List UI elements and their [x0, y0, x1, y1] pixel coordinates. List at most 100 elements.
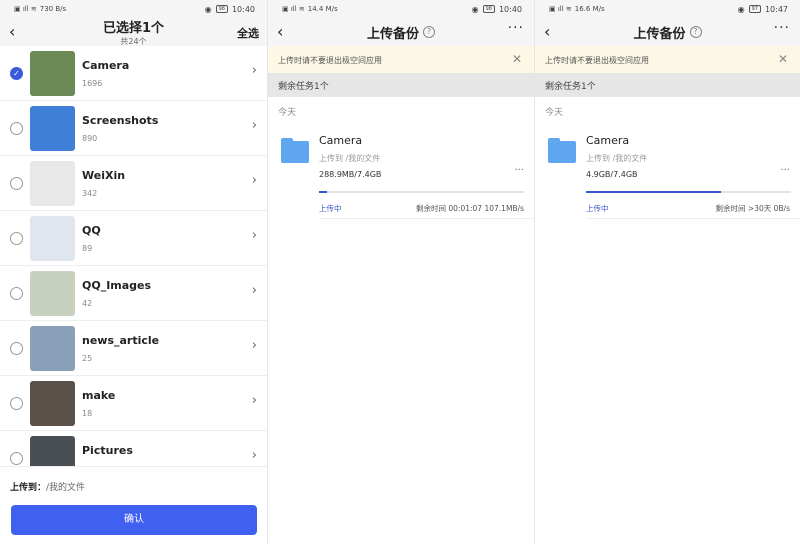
- folder-thumbnail: [30, 326, 75, 371]
- folder-thumbnail: [30, 106, 75, 151]
- battery-icon: 97: [748, 5, 761, 13]
- chevron-right-icon[interactable]: ›: [252, 63, 257, 78]
- chevron-right-icon[interactable]: ›: [252, 448, 257, 463]
- notice-banner: 上传时请不要退出极空间应用 ✕: [535, 46, 800, 73]
- task-name: Camera: [586, 134, 630, 147]
- notice-text: 上传时请不要退出极空间应用: [545, 56, 649, 65]
- signal-icon: ▣ ıll ≋: [14, 5, 37, 13]
- photo-count: 42: [82, 299, 93, 308]
- task-state: 上传中: [586, 204, 609, 213]
- folder-row[interactable]: make 18 ›: [0, 376, 267, 431]
- divider: [586, 218, 800, 219]
- radio-button[interactable]: [10, 342, 23, 355]
- radio-button[interactable]: [10, 232, 23, 245]
- upload-destination[interactable]: 上传到：/我的文件: [10, 480, 85, 493]
- folder-name: WeiXin: [82, 169, 126, 182]
- chevron-right-icon[interactable]: ›: [252, 228, 257, 243]
- checked-radio-icon[interactable]: ✓: [10, 67, 23, 80]
- upload-backup-screen-2: ▣ ıll ≋ 16.6 M/s ◉ 97 10:47 ‹ 上传备份? ··· 上传时…: [534, 0, 800, 544]
- radio-button[interactable]: [10, 177, 23, 190]
- page-title: 已选择1个: [102, 21, 165, 36]
- folder-row[interactable]: QQ_Images 42 ›: [0, 266, 267, 321]
- back-icon[interactable]: ‹: [277, 22, 283, 41]
- back-icon[interactable]: ‹: [544, 22, 550, 41]
- upload-backup-screen-1: ▣ ıll ≋ 14.4 M/s ◉ 98 10:40 ‹ 上传备份? ··· 上传时…: [267, 0, 534, 544]
- upload-task[interactable]: Camera 上传到 /我的文件 288.9MB/7.4GB ··· 上传中 剩…: [268, 127, 534, 225]
- page-title: 上传备份: [633, 26, 686, 42]
- radio-button[interactable]: [10, 287, 23, 300]
- alarm-icon: ◉: [204, 4, 212, 14]
- alarm-icon: ◉: [737, 4, 745, 14]
- destination-label: 上传到：: [10, 483, 47, 493]
- close-icon[interactable]: ✕: [512, 52, 522, 66]
- photo-count: 890: [82, 134, 98, 143]
- photo-count: 18: [82, 409, 93, 418]
- radio-button[interactable]: [10, 452, 23, 465]
- chevron-right-icon[interactable]: ›: [252, 283, 257, 298]
- folder-name: news_article: [82, 334, 160, 347]
- clock: 10:47: [764, 4, 788, 14]
- radio-button[interactable]: [10, 122, 23, 135]
- folder-row[interactable]: WeiXin 342 ›: [0, 156, 267, 211]
- chevron-right-icon[interactable]: ›: [252, 393, 257, 408]
- help-icon[interactable]: ?: [689, 26, 702, 38]
- folder-name: make: [82, 389, 116, 402]
- task-destination: 上传到 /我的文件: [586, 154, 648, 163]
- notice-text: 上传时请不要退出极空间应用: [278, 56, 382, 65]
- folder-icon: [548, 138, 576, 163]
- task-name: Camera: [319, 134, 363, 147]
- alarm-icon: ◉: [471, 4, 479, 14]
- task-size: 4.9GB/7.4GB: [586, 170, 638, 179]
- section-today: 今天: [278, 108, 297, 118]
- close-icon[interactable]: ✕: [778, 52, 788, 66]
- upload-task[interactable]: Camera 上传到 /我的文件 4.9GB/7.4GB ··· 上传中 剩余时…: [535, 127, 800, 225]
- signal-icon: ▣ ıll ≋: [549, 5, 572, 13]
- folder-select-screen: ▣ ıll ≋ 730 B/s ◉ 98 10:40 ‹ 已选择1个 共24个 全选 …: [0, 0, 267, 544]
- photo-count: 89: [82, 244, 93, 253]
- photo-count: 342: [82, 189, 98, 198]
- folder-name: Pictures: [82, 444, 133, 457]
- chevron-right-icon[interactable]: ›: [252, 118, 257, 133]
- folder-name: Camera: [82, 59, 130, 72]
- battery-icon: 98: [482, 5, 495, 13]
- net-speed: 14.4 M/s: [307, 5, 338, 13]
- select-all-button[interactable]: 全选: [237, 25, 259, 41]
- task-more-icon[interactable]: ···: [780, 165, 790, 176]
- folder-thumbnail: [30, 216, 75, 261]
- progress-fill: [319, 191, 328, 193]
- folder-row[interactable]: Screenshots 890 ›: [0, 101, 267, 156]
- task-size: 288.9MB/7.4GB: [319, 170, 382, 179]
- photo-count: 25: [82, 354, 93, 363]
- header: ‹ 上传备份? ···: [268, 18, 534, 46]
- back-icon[interactable]: ‹: [9, 22, 15, 41]
- remaining-tasks: 剩余任务1个: [268, 73, 534, 97]
- status-bar: ▣ ıll ≋ 16.6 M/s ◉ 97 10:47: [535, 0, 800, 18]
- divider: [319, 218, 534, 219]
- folder-row[interactable]: ✓ Camera 1696 ›: [0, 46, 267, 101]
- more-icon[interactable]: ···: [774, 20, 790, 36]
- notice-banner: 上传时请不要退出极空间应用 ✕: [268, 46, 534, 73]
- task-more-icon[interactable]: ···: [514, 165, 524, 176]
- folder-thumbnail: [30, 161, 75, 206]
- progress-bar: [586, 191, 791, 193]
- battery-icon: 98: [215, 5, 228, 13]
- net-speed: 16.6 M/s: [574, 5, 605, 13]
- folder-thumbnail: [30, 51, 75, 96]
- remaining-tasks: 剩余任务1个: [535, 73, 800, 97]
- chevron-right-icon[interactable]: ›: [252, 173, 257, 188]
- folder-thumbnail: [30, 271, 75, 316]
- clock: 10:40: [231, 4, 255, 14]
- more-icon[interactable]: ···: [508, 20, 524, 36]
- help-icon[interactable]: ?: [423, 26, 435, 38]
- task-state: 上传中: [319, 204, 342, 213]
- folder-row[interactable]: QQ 89 ›: [0, 211, 267, 266]
- net-speed: 730 B/s: [39, 5, 67, 13]
- header: ‹ 上传备份? ···: [535, 18, 800, 46]
- folder-name: Screenshots: [82, 114, 159, 127]
- task-eta: 剩余时间 00:01:07 107.1MB/s: [416, 204, 524, 213]
- confirm-button[interactable]: 确认: [11, 505, 257, 535]
- chevron-right-icon[interactable]: ›: [252, 338, 257, 353]
- folder-row[interactable]: news_article 25 ›: [0, 321, 267, 376]
- radio-button[interactable]: [10, 397, 23, 410]
- page-title: 上传备份: [366, 26, 419, 42]
